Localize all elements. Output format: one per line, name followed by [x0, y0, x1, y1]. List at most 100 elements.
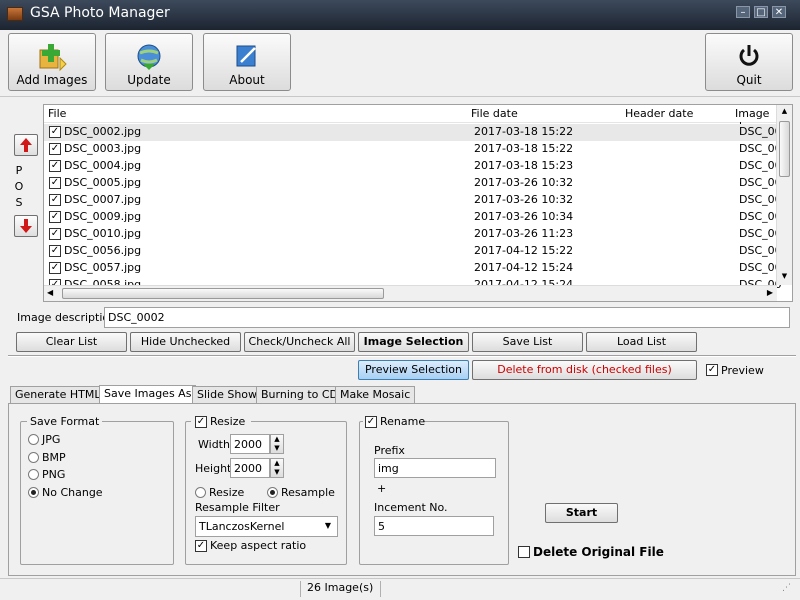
height-input[interactable]: 2000 [230, 458, 270, 478]
globe-update-icon [137, 44, 161, 70]
tab-slide-show[interactable]: Slide Show [192, 386, 263, 404]
prefix-label: Prefix [374, 444, 405, 457]
table-row[interactable]: ✓ DSC_0007.jpg 2017-03-26 10:32 DSC_00 [44, 192, 782, 209]
about-edit-icon [236, 45, 256, 67]
close-button[interactable]: ✕ [772, 6, 786, 18]
rename-checkbox[interactable]: ✓ [365, 416, 377, 428]
save-list-button[interactable]: Save List [472, 332, 583, 352]
width-spinner[interactable]: ▲ ▼ [270, 434, 284, 454]
add-images-button[interactable]: Add Images [8, 33, 96, 91]
radio-no-change[interactable] [28, 487, 39, 498]
load-list-button[interactable]: Load List [586, 332, 697, 352]
scroll-right-icon[interactable]: ▶ [767, 288, 773, 297]
resample-filter-label: Resample Filter [195, 501, 280, 514]
increment-input[interactable]: 5 [374, 516, 494, 536]
increment-label: Incement No. [374, 501, 448, 514]
pos-letter-p: P [15, 164, 23, 177]
table-row[interactable]: ✓ DSC_0002.jpg 2017-03-18 15:22 DSC_00 [44, 124, 782, 141]
quit-button[interactable]: Quit [705, 33, 793, 91]
app-icon [7, 7, 23, 21]
height-spinner[interactable]: ▲ ▼ [270, 458, 284, 478]
row-checkbox[interactable]: ✓ [49, 228, 61, 240]
table-row[interactable]: ✓ DSC_0057.jpg 2017-04-12 15:24 DSC_00 [44, 260, 782, 277]
horizontal-scroll-thumb[interactable] [62, 288, 384, 299]
table-row[interactable]: ✓ DSC_0009.jpg 2017-03-26 10:34 DSC_00 [44, 209, 782, 226]
radio-resize-label: Resize [209, 486, 245, 499]
prefix-input[interactable]: img [374, 458, 496, 478]
table-row[interactable]: ✓ DSC_0003.jpg 2017-03-18 15:22 DSC_00 [44, 141, 782, 158]
save-format-title: Save Format [27, 415, 103, 428]
resize-title: Resize [210, 415, 246, 428]
scroll-left-icon[interactable]: ◀ [47, 288, 53, 297]
tab-burning-to-cd[interactable]: Burning to CD [256, 386, 344, 404]
table-row[interactable]: ✓ DSC_0056.jpg 2017-04-12 15:22 DSC_00 [44, 243, 782, 260]
width-input[interactable]: 2000 [230, 434, 270, 454]
keep-aspect-ratio-checkbox[interactable]: ✓ [195, 540, 207, 552]
row-checkbox[interactable]: ✓ [49, 194, 61, 206]
column-file[interactable]: File [48, 107, 66, 120]
row-checkbox[interactable]: ✓ [49, 160, 61, 172]
check-uncheck-all-button[interactable]: Check/Uncheck All [244, 332, 355, 352]
minimize-button[interactable]: – [736, 6, 750, 18]
scroll-up-icon[interactable]: ▲ [779, 107, 790, 118]
image-selection-button[interactable]: Image Selection [358, 332, 469, 352]
window-title: GSA Photo Manager [30, 5, 170, 21]
radio-resample[interactable] [267, 487, 278, 498]
hide-unchecked-button[interactable]: Hide Unchecked [130, 332, 241, 352]
row-checkbox[interactable]: ✓ [49, 245, 61, 257]
table-row[interactable]: ✓ DSC_0010.jpg 2017-03-26 11:23 DSC_00 [44, 226, 782, 243]
delete-from-disk-button[interactable]: Delete from disk (checked files) [472, 360, 697, 380]
delete-original-checkbox[interactable] [518, 546, 530, 558]
row-checkbox[interactable]: ✓ [49, 126, 61, 138]
preview-checkbox[interactable]: ✓ [706, 364, 718, 376]
scroll-down-icon[interactable]: ▼ [779, 272, 790, 283]
status-bar [0, 578, 800, 600]
radio-bmp[interactable] [28, 452, 39, 463]
keep-aspect-ratio-label: Keep aspect ratio [210, 539, 307, 552]
rename-title: Rename [380, 415, 426, 428]
add-images-icon [39, 44, 67, 72]
radio-png[interactable] [28, 469, 39, 480]
plus-label: + [377, 482, 387, 495]
move-down-button[interactable] [14, 215, 38, 237]
column-file-date[interactable]: File date [471, 107, 518, 120]
update-button[interactable]: Update [105, 33, 193, 91]
radio-png-label: PNG [42, 468, 66, 481]
row-checkbox[interactable]: ✓ [49, 211, 61, 223]
file-list[interactable]: File File date Header date Image de ✓ DS… [43, 104, 793, 302]
move-up-button[interactable] [14, 134, 38, 156]
maximize-button[interactable]: □ [754, 6, 768, 18]
row-checkbox[interactable]: ✓ [49, 262, 61, 274]
dropdown-arrow-icon: ▼ [324, 521, 331, 530]
delete-original-label: Delete Original File [533, 545, 664, 559]
table-row[interactable]: ✓ DSC_0005.jpg 2017-03-26 10:32 DSC_00 [44, 175, 782, 192]
column-header-date[interactable]: Header date [625, 107, 693, 120]
tab-generate-html[interactable]: Generate HTML [10, 386, 106, 404]
table-row[interactable]: ✓ DSC_0004.jpg 2017-03-18 15:23 DSC_00 [44, 158, 782, 175]
radio-resample-label: Resample [281, 486, 335, 499]
horizontal-scrollbar[interactable]: ◀ ▶ [44, 285, 777, 301]
start-button[interactable]: Start [545, 503, 618, 523]
about-button[interactable]: About [203, 33, 291, 91]
row-checkbox[interactable]: ✓ [49, 177, 61, 189]
resize-checkbox[interactable]: ✓ [195, 416, 207, 428]
vertical-scroll-thumb[interactable] [779, 121, 790, 177]
tab-make-mosaic[interactable]: Make Mosaic [335, 386, 416, 404]
arrow-down-icon [20, 219, 32, 233]
arrow-up-icon [20, 138, 32, 152]
resample-filter-select[interactable]: TLanczosKernel ▼ [195, 516, 338, 537]
resize-grip-icon[interactable]: ⋰ [782, 583, 796, 597]
title-bar: GSA Photo Manager – □ ✕ [0, 0, 800, 30]
vertical-scrollbar[interactable]: ▲ ▼ [776, 105, 792, 285]
toolbar-separator [0, 96, 800, 97]
preview-selection-button[interactable]: Preview Selection [358, 360, 469, 380]
radio-bmp-label: BMP [42, 451, 66, 464]
image-description-input[interactable]: DSC_0002 [104, 307, 790, 328]
clear-list-button[interactable]: Clear List [16, 332, 127, 352]
row-checkbox[interactable]: ✓ [49, 143, 61, 155]
radio-jpg[interactable] [28, 434, 39, 445]
toolbar: Add Images Update About Quit [0, 30, 800, 96]
height-label: Height [195, 462, 232, 475]
radio-resize[interactable] [195, 487, 206, 498]
tab-save-images-as[interactable]: Save Images As [99, 385, 197, 405]
